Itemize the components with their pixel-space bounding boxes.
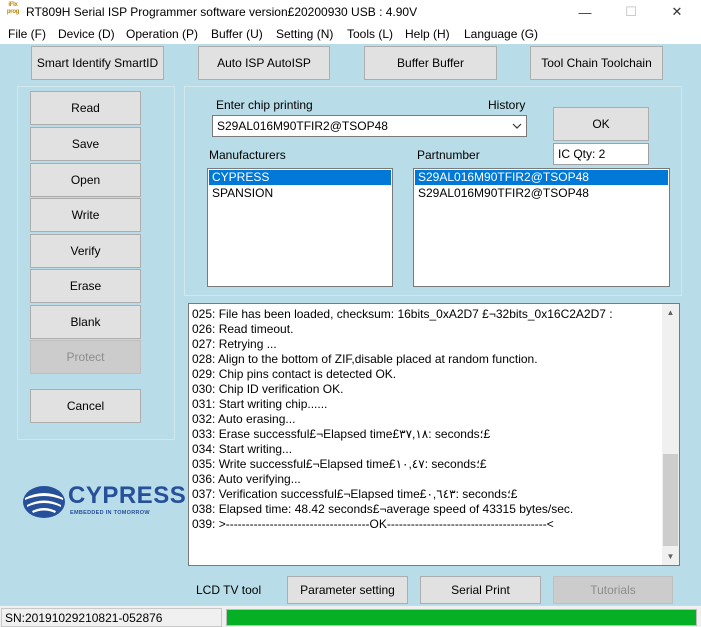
cypress-logo: CYPRESS EMBEDDED IN TOMORROW <box>22 478 186 522</box>
serial-print-button[interactable]: Serial Print <box>420 576 541 604</box>
cancel-button[interactable]: Cancel <box>30 389 141 423</box>
ic-qty-display: IC Qty: 2 <box>553 143 649 165</box>
menu-language[interactable]: Language (G) <box>464 27 538 41</box>
close-button[interactable]: ✕ <box>654 0 700 24</box>
minimize-icon: — <box>578 4 592 20</box>
log-line: 031: Start writing chip...... <box>192 397 328 411</box>
log-line: 028: Align to the bottom of ZIF,disable … <box>192 352 538 366</box>
enter-chip-label: Enter chip printing <box>216 98 313 112</box>
chip-combo-value: S29AL016M90TFIR2@TSOP48 <box>217 119 388 133</box>
log-output[interactable]: 025: File has been loaded, checksum: 16b… <box>188 303 680 566</box>
history-label: History <box>488 98 526 112</box>
log-line: 039: >----------------------------------… <box>192 517 554 531</box>
parameter-setting-button[interactable]: Parameter setting <box>287 576 408 604</box>
progress-bar <box>226 609 697 626</box>
log-line: 027: Retrying ... <box>192 337 277 351</box>
smart-identify-button[interactable]: Smart Identify SmartID <box>31 46 164 80</box>
chevron-down-icon[interactable] <box>512 118 522 137</box>
list-item[interactable]: CYPRESS <box>209 170 391 185</box>
log-line: 034: Start writing... <box>192 442 293 456</box>
menu-help[interactable]: Help (H) <box>405 27 450 41</box>
partnumber-list[interactable]: S29AL016M90TFIR2@TSOP48 S29AL016M90TFIR2… <box>413 168 670 287</box>
tool-chain-button[interactable]: Tool Chain Toolchain <box>530 46 663 80</box>
erase-button[interactable]: Erase <box>30 269 141 303</box>
auto-isp-button[interactable]: Auto ISP AutoISP <box>198 46 330 80</box>
cypress-tree-icon <box>23 486 65 518</box>
app-logo-icon: iFlx prog <box>4 2 22 22</box>
scroll-up-icon[interactable]: ▲ <box>662 304 679 321</box>
menu-bar: File (F) Device (D) Operation (P) Buffer… <box>0 24 701 44</box>
log-line: 037: Verification successful£¬Elapsed ti… <box>192 487 518 501</box>
menu-file[interactable]: File (F) <box>8 27 46 41</box>
scroll-down-icon[interactable]: ▼ <box>662 548 679 565</box>
open-button[interactable]: Open <box>30 163 141 197</box>
title-bar: iFlx prog RT809H Serial ISP Programmer s… <box>0 0 701 24</box>
log-line: 033: Erase successful£¬Elapsed time£٣٧,١… <box>192 427 491 441</box>
tutorials-button[interactable]: Tutorials <box>553 576 673 604</box>
manufacturers-label: Manufacturers <box>209 148 286 162</box>
menu-setting[interactable]: Setting (N) <box>276 27 333 41</box>
write-button[interactable]: Write <box>30 198 141 232</box>
log-line: 036: Auto verifying... <box>192 472 301 486</box>
minimize-button[interactable]: — <box>562 0 608 24</box>
lcd-tv-tool-label: LCD TV tool <box>196 583 262 597</box>
serial-number-panel: SN:20191029210821-052876 <box>1 608 222 627</box>
menu-buffer[interactable]: Buffer (U) <box>211 27 263 41</box>
buffer-button[interactable]: Buffer Buffer <box>364 46 497 80</box>
log-line: 032: Auto erasing... <box>192 412 296 426</box>
manufacturers-list[interactable]: CYPRESS SPANSION <box>207 168 393 287</box>
log-line: 038: Elapsed time: 48.42 seconds£¬averag… <box>192 502 574 516</box>
maximize-icon: ☐ <box>625 4 637 19</box>
list-item[interactable]: S29AL016M90TFIR2@TSOP48 <box>415 170 668 185</box>
ic-qty-text: IC Qty: 2 <box>558 147 606 161</box>
protect-button[interactable]: Protect <box>30 340 141 374</box>
menu-operation[interactable]: Operation (P) <box>126 27 198 41</box>
logo-wordmark: CYPRESS <box>68 482 187 509</box>
verify-button[interactable]: Verify <box>30 234 141 268</box>
blank-button[interactable]: Blank <box>30 305 141 339</box>
log-line: 029: Chip pins contact is detected OK. <box>192 367 397 381</box>
log-line: 030: Chip ID verification OK. <box>192 382 344 396</box>
list-item[interactable]: SPANSION <box>209 186 391 201</box>
log-line: 026: Read timeout. <box>192 322 294 336</box>
scroll-thumb[interactable] <box>663 454 678 546</box>
save-button[interactable]: Save <box>30 127 141 161</box>
log-lines: 025: File has been loaded, checksum: 16b… <box>192 307 662 532</box>
maximize-button[interactable]: ☐ <box>608 0 654 24</box>
close-icon: ✕ <box>671 4 683 19</box>
progress-fill <box>227 610 696 625</box>
partnumber-label: Partnumber <box>417 148 480 162</box>
log-line: 035: Write successful£¬Elapsed time£١٠,٤… <box>192 457 487 471</box>
app-logo-line-1: iFlx <box>8 2 18 8</box>
menu-device[interactable]: Device (D) <box>58 27 115 41</box>
app-logo-line-2: prog <box>6 9 20 15</box>
list-item[interactable]: S29AL016M90TFIR2@TSOP48 <box>415 186 668 201</box>
ok-button[interactable]: OK <box>553 107 649 141</box>
status-bar: SN:20191029210821-052876 <box>0 605 701 627</box>
menu-tools[interactable]: Tools (L) <box>347 27 393 41</box>
chip-combo[interactable]: S29AL016M90TFIR2@TSOP48 <box>212 115 527 137</box>
logo-tagline: EMBEDDED IN TOMORROW <box>70 510 150 516</box>
window-title: RT809H Serial ISP Programmer software ve… <box>26 5 418 19</box>
serial-number-text: SN:20191029210821-052876 <box>5 611 163 625</box>
log-scrollbar[interactable]: ▲ ▼ <box>662 304 679 565</box>
read-button[interactable]: Read <box>30 91 141 125</box>
log-line: 025: File has been loaded, checksum: 16b… <box>192 307 613 321</box>
